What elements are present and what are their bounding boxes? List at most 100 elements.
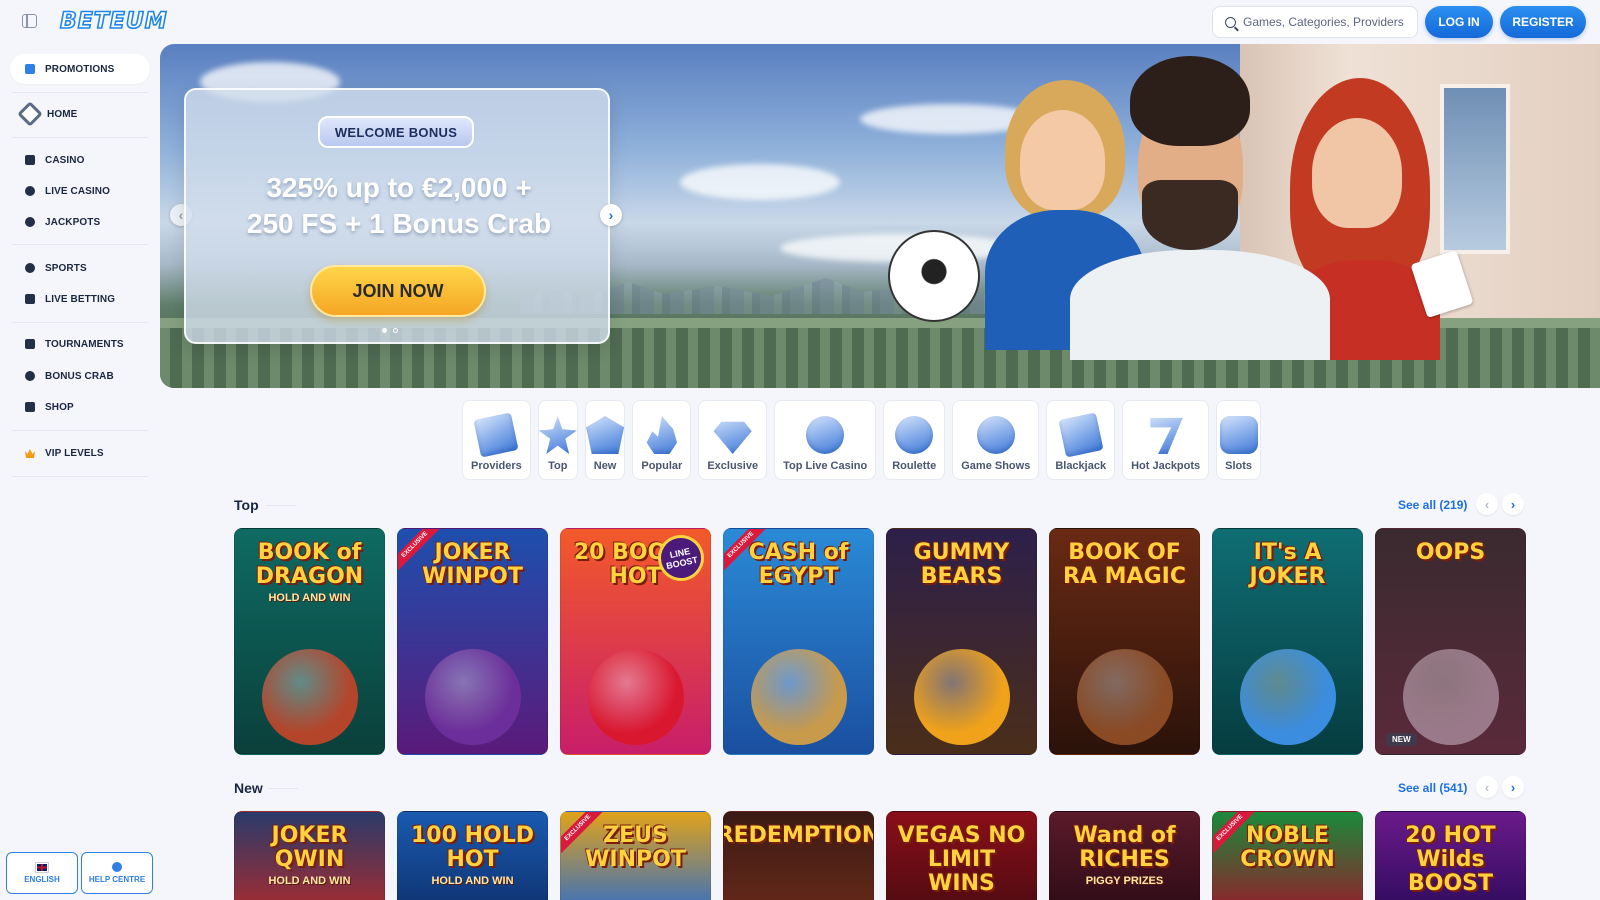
game-card[interactable]: VEGAS NO LIMIT WINS (886, 811, 1037, 900)
sidebar-item-promotions[interactable]: PROMOTIONS (10, 54, 150, 84)
top-games-row: BOOK of DRAGON HOLD AND WIN EXCLUSIVE JOKER… (234, 528, 1526, 755)
sidebar-item-jackpots[interactable]: JACKPOTS (10, 210, 150, 234)
game-title: GUMMY BEARS (913, 540, 1010, 589)
bonus-headline-line-2: 250 FS + 1 Bonus Crab (246, 208, 552, 239)
language-label: ENGLISH (24, 874, 60, 884)
category-blackjack[interactable]: Blackjack (1046, 400, 1116, 480)
flame-icon (646, 416, 678, 454)
slide-dot[interactable] (393, 328, 398, 333)
game-title: JOKER WINPOT (422, 540, 523, 589)
category-label: Top Live Casino (783, 460, 868, 472)
game-card[interactable]: EXCLUSIVE NOBLE CROWN (1212, 811, 1363, 900)
search-box[interactable] (1212, 6, 1418, 38)
slide-dot-active[interactable] (382, 328, 387, 333)
help-centre-button[interactable]: HELP CENTRE (81, 852, 153, 894)
site-logo[interactable]: BETEUM (59, 8, 168, 35)
category-slots[interactable]: Slots (1216, 400, 1262, 480)
category-exclusive[interactable]: Exclusive (698, 400, 768, 480)
sidebar-item-casino[interactable]: CASINO (10, 148, 150, 172)
game-card[interactable]: JOKER QWIN HOLD AND WIN (234, 811, 385, 900)
sidebar-toggle-icon[interactable] (22, 14, 37, 28)
new-next-arrow-icon[interactable]: › (1502, 776, 1524, 798)
clover-icon (25, 217, 35, 227)
seven-icon (25, 155, 35, 165)
game-card[interactable]: 20 HOT Wilds BOOST (1375, 811, 1526, 900)
soccer-ball-icon (25, 263, 35, 273)
see-all-new-link[interactable]: See all (541) (1398, 781, 1467, 795)
search-input[interactable] (1243, 15, 1413, 29)
game-artwork (1239, 649, 1336, 745)
game-title: IT's A JOKER (1249, 540, 1326, 589)
game-card[interactable]: 100 HOLD HOT HOLD AND WIN (397, 811, 548, 900)
game-card[interactable]: EXCLUSIVE JOKER WINPOT (397, 528, 548, 755)
sidebar-divider (12, 137, 148, 138)
category-hot-jackpots[interactable]: Hot Jackpots (1122, 400, 1210, 480)
game-artwork (1402, 649, 1499, 745)
character-man-body (1070, 250, 1330, 360)
top-next-arrow-icon[interactable]: › (1502, 493, 1524, 515)
category-roulette[interactable]: Roulette (883, 400, 946, 480)
new-prev-arrow-icon[interactable]: ‹ (1476, 776, 1498, 798)
live-dot-icon (25, 186, 35, 196)
game-card[interactable]: BOOK OF RA MAGIC (1049, 528, 1200, 755)
game-card[interactable]: EXCLUSIVE ZEUS WINPOT (560, 811, 711, 900)
sidebar-item-label: LIVE CASINO (45, 185, 110, 197)
game-card[interactable]: REDEMPTION (723, 811, 874, 900)
live-tv-icon (25, 294, 35, 304)
category-label: Providers (471, 460, 522, 472)
game-title: 100 HOLD HOT (411, 823, 534, 872)
game-title: ZEUS WINPOT (585, 823, 686, 872)
sidebar-item-shop[interactable]: SHOP (10, 395, 150, 419)
bonus-headline-line-1: 325% up to €2,000 + (266, 172, 532, 203)
game-card[interactable]: EXCLUSIVE CASH of EGYPT (723, 528, 874, 755)
language-button[interactable]: ENGLISH (6, 852, 78, 894)
join-now-button[interactable]: JOIN NOW (310, 265, 486, 317)
sidebar-item-live-betting[interactable]: LIVE BETTING (10, 287, 150, 311)
sidebar-item-sports[interactable]: SPORTS (10, 256, 150, 280)
trophy-icon (25, 339, 35, 349)
category-providers[interactable]: Providers (462, 400, 531, 480)
game-card[interactable]: 20 BOOST HOT LINE BOOST (560, 528, 711, 755)
hero-next-arrow-icon[interactable]: › (600, 204, 622, 226)
top-prev-arrow-icon[interactable]: ‹ (1476, 493, 1498, 515)
game-subtitle: HOLD AND WIN (431, 875, 514, 887)
window (1440, 84, 1510, 254)
login-button[interactable]: LOG IN (1425, 6, 1493, 38)
game-card[interactable]: BOOK of DRAGON HOLD AND WIN (234, 528, 385, 755)
sidebar-item-home[interactable]: HOME (10, 101, 150, 127)
game-artwork (913, 649, 1010, 745)
game-title: BOOK of DRAGON (255, 540, 364, 589)
section-divider (268, 788, 298, 789)
game-title: VEGAS NO LIMIT WINS (897, 823, 1026, 896)
category-new[interactable]: New (584, 400, 626, 480)
game-subtitle: PIGGY PRIZES (1085, 875, 1164, 887)
section-title-top: Top (234, 497, 259, 513)
category-popular[interactable]: Popular (632, 400, 692, 480)
game-card[interactable]: IT's A JOKER (1212, 528, 1363, 755)
top-bar: BETEUM LOG IN REGISTER (0, 0, 1600, 44)
sidebar-item-label: TOURNAMENTS (45, 338, 124, 350)
bonus-headline: 325% up to €2,000 + 250 FS + 1 Bonus Cra… (186, 170, 612, 242)
game-title: CASH of EGYPT (748, 540, 849, 589)
game-card[interactable]: OOPS NEW (1375, 528, 1526, 755)
sidebar-divider (12, 476, 148, 477)
register-button[interactable]: REGISTER (1500, 6, 1586, 38)
sidebar-item-tournaments[interactable]: TOURNAMENTS (10, 332, 150, 356)
help-label: HELP CENTRE (88, 875, 146, 884)
sidebar-item-label: SHOP (45, 401, 74, 413)
game-card[interactable]: GUMMY BEARS (886, 528, 1037, 755)
sidebar-item-bonus-crab[interactable]: BONUS CRAB (10, 364, 150, 388)
game-card[interactable]: Wand of RICHES PIGGY PRIZES (1049, 811, 1200, 900)
see-all-top-link[interactable]: See all (219) (1398, 498, 1467, 512)
uk-flag-icon (35, 861, 49, 873)
category-top-live-casino[interactable]: Top Live Casino (774, 400, 877, 480)
sidebar-item-vip-levels[interactable]: VIP LEVELS (10, 441, 150, 465)
character-woman-red-face (1312, 118, 1402, 228)
category-label: Slots (1225, 460, 1253, 472)
home-icon (17, 101, 43, 127)
sidebar-item-live-casino[interactable]: LIVE CASINO (10, 179, 150, 203)
category-top[interactable]: Top (537, 400, 578, 480)
category-game-shows[interactable]: Game Shows (952, 400, 1040, 480)
bag-icon (25, 402, 35, 412)
character-man-beard (1142, 180, 1238, 250)
